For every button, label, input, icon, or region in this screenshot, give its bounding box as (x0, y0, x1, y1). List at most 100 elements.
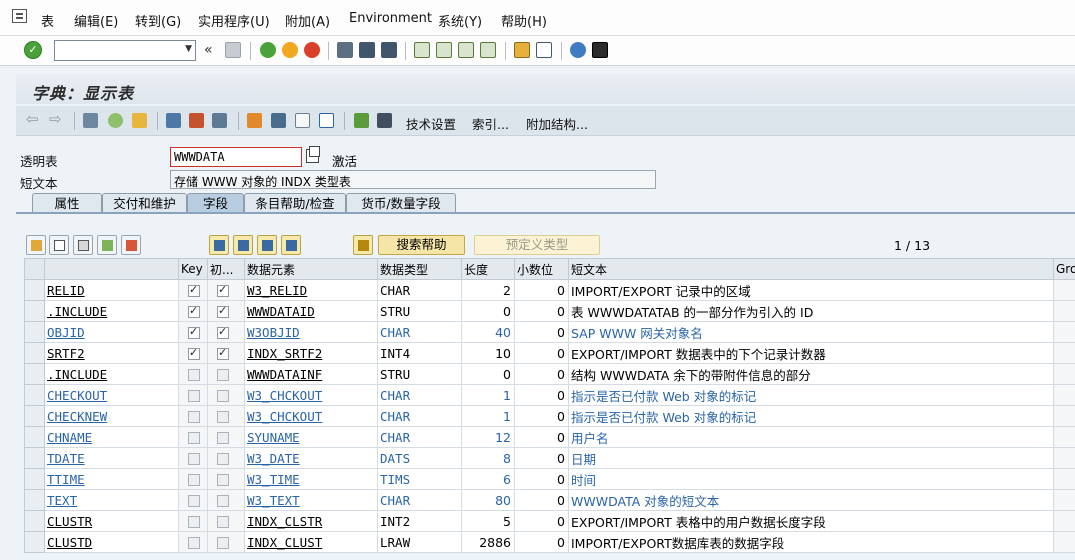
field-name-cell[interactable]: TEXT (44, 489, 179, 511)
column-header-initial[interactable]: 初... (207, 258, 245, 280)
row-selector[interactable] (24, 468, 45, 490)
exit-icon[interactable] (282, 42, 298, 58)
data-element-cell[interactable]: SYUNAME (244, 426, 378, 448)
key-checkbox[interactable] (188, 304, 200, 318)
table-row[interactable]: CLUSTR INDX_CLSTR INT2 5 0 EXPORT/IMPORT 表格中的… (24, 510, 1075, 532)
key-checkbox[interactable] (188, 537, 200, 549)
field-name-cell[interactable]: .INCLUDE (44, 300, 179, 322)
next-page-icon[interactable] (458, 42, 474, 58)
table-name-field[interactable]: WWWDATA (170, 147, 302, 167)
field-name-cell[interactable]: TTIME (44, 468, 179, 490)
row-selector[interactable] (24, 363, 45, 385)
initial-checkbox[interactable] (217, 390, 229, 402)
row-selector[interactable] (24, 489, 45, 511)
data-element-cell[interactable]: WWWDATAID (244, 300, 378, 322)
collapse-chevron[interactable]: « (204, 42, 213, 58)
sort-up-icon[interactable] (281, 235, 301, 255)
window-icon[interactable] (295, 113, 310, 128)
back-icon[interactable] (260, 42, 276, 58)
table-row[interactable]: TEXT W3_TEXT CHAR 80 0 WWWDATA 对象的短文本 (24, 489, 1075, 511)
row-selector[interactable] (24, 279, 45, 301)
sort-down-icon[interactable] (209, 235, 229, 255)
previous-page-icon[interactable] (436, 42, 452, 58)
data-element-cell[interactable]: INDX_CLUST (244, 531, 378, 553)
field-name-cell[interactable]: OBJID (44, 321, 179, 343)
field-name-cell[interactable]: RELID (44, 279, 179, 301)
initial-checkbox[interactable] (217, 432, 229, 444)
command-input[interactable] (55, 41, 175, 60)
table-row[interactable]: CHECKOUT W3_CHCKOUT CHAR 1 0 指示是否已付款 Web 对象的标… (24, 384, 1075, 406)
activate-icon[interactable] (132, 113, 147, 128)
command-field[interactable]: ▼ (54, 40, 196, 61)
insert-row-icon[interactable] (97, 235, 117, 255)
shortcut-icon[interactable] (536, 42, 552, 58)
arrow-right-icon[interactable]: ⇨ (49, 112, 64, 128)
menu-help[interactable]: 帮助(H) (501, 11, 547, 30)
field-name-cell[interactable]: CLUSTD (44, 531, 179, 553)
save-icon[interactable] (225, 42, 241, 58)
initial-checkbox[interactable] (217, 346, 229, 360)
table-row[interactable]: TDATE W3_DATE DATS 8 0 日期 (24, 447, 1075, 469)
column-header-data-type[interactable]: 数据类型 (377, 258, 462, 280)
display-change-icon[interactable] (83, 113, 98, 128)
column-header-short-text[interactable]: 短文本 (568, 258, 1054, 280)
layout-menu-icon[interactable] (592, 42, 608, 58)
copy-rows-icon[interactable] (49, 235, 69, 255)
field-name-cell[interactable]: CHECKOUT (44, 384, 179, 406)
key-checkbox[interactable] (188, 346, 200, 360)
column-header-decimals[interactable]: 小数位 (514, 258, 569, 280)
tab-input-help[interactable]: 条目帮助/检查 (244, 193, 346, 213)
initial-checkbox[interactable] (217, 516, 229, 528)
column-header-select[interactable] (24, 258, 45, 280)
print-icon[interactable] (337, 42, 353, 58)
check-icon[interactable] (108, 113, 123, 128)
key-checkbox[interactable] (188, 453, 200, 465)
predefined-type-button[interactable]: 预定义类型 (474, 235, 600, 255)
enter-icon[interactable]: ✓ (24, 41, 42, 59)
table-row[interactable]: OBJID W3OBJIDCHAR400SAP WWW 网关对象名 (24, 321, 1075, 343)
indexes-button[interactable]: 索引... (472, 114, 509, 133)
field-name-cell[interactable]: CHECKNEW (44, 405, 179, 427)
row-selector[interactable] (24, 405, 45, 427)
menu-goto[interactable]: 转到(G) (135, 11, 181, 30)
collapse-icon[interactable] (257, 235, 277, 255)
key-checkbox[interactable] (188, 283, 200, 297)
navigation-icon[interactable] (212, 113, 227, 128)
column-header-key[interactable]: Key (178, 258, 208, 280)
field-name-cell[interactable]: CLUSTR (44, 510, 179, 532)
menu-edit[interactable]: 编辑(E) (74, 11, 118, 30)
new-session-icon[interactable] (514, 42, 530, 58)
expand-icon[interactable] (233, 235, 253, 255)
table-row[interactable]: CHECKNEW W3_CHCKOUT CHAR 1 0 指示是否已付款 Web 对象的标… (24, 405, 1075, 427)
edit-pencil-icon[interactable] (189, 113, 204, 128)
align-icon[interactable] (271, 113, 286, 128)
info-icon[interactable] (319, 113, 334, 128)
data-element-cell[interactable]: WWWDATAINF (244, 363, 378, 385)
key-checkbox[interactable] (188, 411, 200, 423)
field-name-cell[interactable]: SRTF2 (44, 342, 179, 364)
row-selector[interactable] (24, 426, 45, 448)
table-row[interactable]: CHNAME SYUNAME CHAR 12 0 用户名 (24, 426, 1075, 448)
where-used-icon[interactable] (166, 113, 181, 128)
graphic-icon[interactable] (354, 113, 369, 128)
search-help-button[interactable]: 搜索帮助 (378, 235, 465, 255)
delete-row-icon[interactable] (121, 235, 141, 255)
initial-checkbox[interactable] (217, 304, 229, 318)
key-checkbox[interactable] (188, 495, 200, 507)
menu-system[interactable]: 系统(Y) (438, 11, 482, 30)
initial-checkbox[interactable] (217, 369, 229, 381)
menu-extras[interactable]: 附加(A) (285, 11, 330, 30)
paste-icon[interactable] (73, 235, 93, 255)
table-row[interactable]: TTIME W3_TIME TIMS 6 0 时间 (24, 468, 1075, 490)
data-element-cell[interactable]: W3_CHCKOUT (244, 405, 378, 427)
initial-checkbox[interactable] (217, 411, 229, 423)
column-header-length[interactable]: 长度 (461, 258, 515, 280)
key-checkbox[interactable] (188, 474, 200, 486)
row-selector[interactable] (24, 531, 45, 553)
data-element-cell[interactable]: INDX_CLSTR (244, 510, 378, 532)
table-row[interactable]: .INCLUDEWWWDATAIDSTRU00表 WWWDATATAB 的一部分… (24, 300, 1075, 322)
first-page-icon[interactable] (414, 42, 430, 58)
data-element-cell[interactable]: W3_CHCKOUT (244, 384, 378, 406)
tab-fields[interactable]: 字段 (187, 193, 244, 213)
data-element-cell[interactable]: W3_DATE (244, 447, 378, 469)
